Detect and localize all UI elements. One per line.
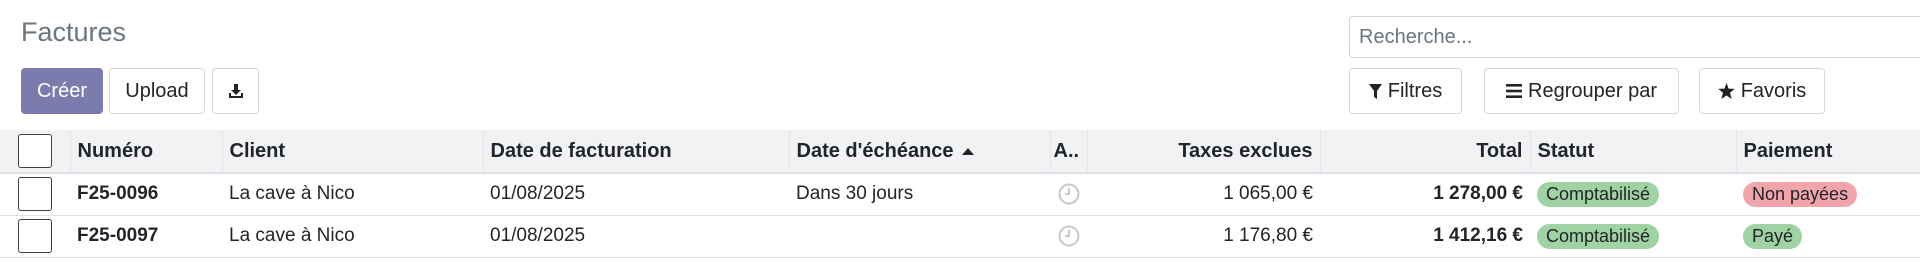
status-badge: Comptabilisé [1537, 223, 1660, 249]
header-untaxed[interactable]: Taxes exclues [1087, 130, 1321, 173]
cell-total: 1 278,00 € [1433, 183, 1523, 205]
clock-icon[interactable] [1058, 225, 1080, 247]
cell-due-date: Dans 30 jours [796, 183, 914, 205]
cell-activity [1050, 215, 1087, 257]
cell-number: F25-0097 [77, 225, 159, 246]
payment-badge: Payé [1743, 223, 1803, 249]
cell-activity [1050, 173, 1087, 215]
cell-client: La cave à Nico [229, 183, 355, 205]
select-all-cell [0, 130, 71, 173]
group-by-label: Regrouper par [1528, 79, 1657, 102]
table-row[interactable]: F25-0096 La cave à Nico 01/08/2025 Dans … [0, 173, 1920, 215]
page-title: Factures [21, 17, 127, 47]
cell-invoice-date: 01/08/2025 [490, 183, 586, 205]
cell-number: F25-0096 [77, 183, 159, 205]
table-header-row: Numéro Client Date de facturation Date d… [0, 130, 1920, 173]
status-badge: Comptabilisé [1537, 181, 1660, 207]
favorites-label: Favoris [1740, 79, 1807, 102]
list-icon [1506, 84, 1523, 98]
header-due-date[interactable]: Date d'échéance [789, 130, 1051, 173]
control-panel: Factures Créer Upload Filtres Regrouper … [0, 0, 1920, 130]
row-checkbox[interactable] [18, 219, 52, 253]
cell-untaxed: 1 176,80 € [1223, 225, 1313, 246]
header-status[interactable]: Statut [1530, 130, 1737, 173]
cell-client: La cave à Nico [229, 225, 355, 246]
payment-badge: Non payées [1743, 181, 1858, 207]
search-box [1349, 16, 1920, 58]
cell-payment: Non payées [1736, 173, 1920, 215]
clock-icon[interactable] [1058, 183, 1080, 205]
sort-ascending-icon [961, 147, 974, 155]
row-select-cell [0, 215, 70, 257]
header-payment-label: Paiement [1743, 139, 1833, 162]
group-by-button[interactable]: Regrouper par [1484, 68, 1679, 114]
cell-total: 1 412,16 € [1433, 225, 1523, 246]
header-number[interactable]: Numéro [70, 130, 223, 173]
download-icon [228, 84, 243, 98]
header-payment[interactable]: Paiement [1736, 130, 1920, 173]
download-button[interactable] [212, 68, 259, 114]
invoice-table: Numéro Client Date de facturation Date d… [0, 130, 1920, 258]
filters-button[interactable]: Filtres [1349, 68, 1462, 114]
cell-status: Comptabilisé [1530, 215, 1736, 257]
favorites-button[interactable]: Favoris [1699, 68, 1825, 114]
filter-icon [1368, 83, 1382, 99]
create-button[interactable]: Créer [21, 68, 103, 114]
filters-label: Filtres [1387, 79, 1443, 102]
cell-invoice-date: 01/08/2025 [490, 225, 586, 246]
search-input[interactable] [1350, 17, 1920, 57]
cell-payment: Payé [1736, 215, 1920, 257]
upload-button[interactable]: Upload [109, 68, 205, 114]
header-activity[interactable]: A.. [1050, 130, 1088, 173]
cell-due-date [789, 215, 1050, 257]
header-total[interactable]: Total [1320, 130, 1531, 173]
select-all-checkbox[interactable] [17, 134, 52, 168]
header-invoice-date[interactable]: Date de facturation [483, 130, 790, 173]
table-row[interactable]: F25-0097 La cave à Nico 01/08/2025 1 176… [0, 215, 1920, 257]
header-client[interactable]: Client [222, 130, 484, 173]
header-due-date-label: Date d'échéance [796, 139, 954, 162]
row-checkbox[interactable] [18, 177, 52, 212]
cell-untaxed: 1 065,00 € [1223, 183, 1313, 205]
cell-status: Comptabilisé [1530, 173, 1736, 215]
row-select-cell [0, 173, 70, 215]
star-icon [1717, 83, 1735, 99]
